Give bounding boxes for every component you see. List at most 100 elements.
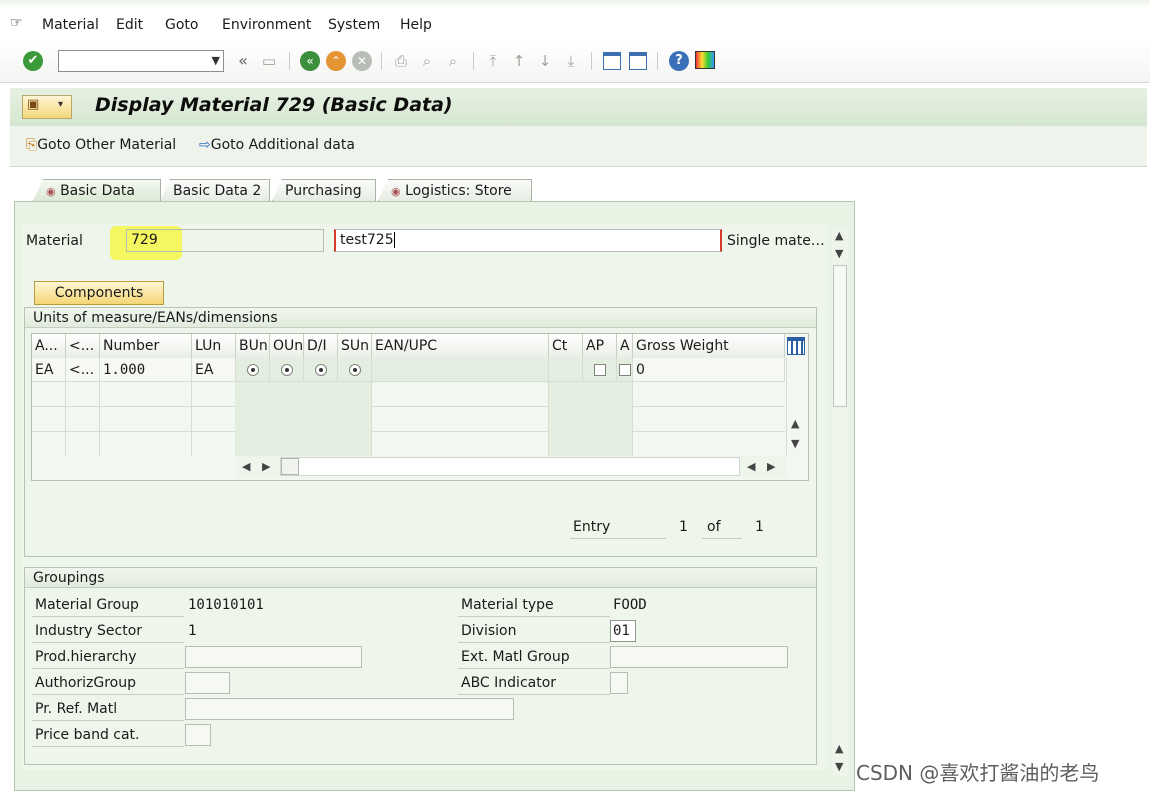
toolbar-separator — [657, 52, 658, 70]
authoriz-group-field[interactable] — [185, 672, 230, 694]
goto-additional-data-button[interactable]: ⇨Goto Additional data — [199, 137, 355, 153]
ap-checkbox[interactable] — [594, 364, 606, 376]
chevron-down-icon[interactable]: ▼ — [212, 54, 220, 67]
bun-radio[interactable] — [247, 364, 259, 376]
table-column-lines — [32, 382, 785, 456]
tab-logistics-store[interactable]: ◉ Logistics: Store — [378, 179, 532, 201]
sun-radio[interactable] — [349, 364, 361, 376]
entry-of: of — [707, 519, 721, 535]
scrollbar-track[interactable] — [280, 457, 740, 476]
components-button[interactable]: Components — [34, 281, 164, 305]
scroll-right-icon[interactable]: ▶ — [767, 460, 775, 473]
column-header[interactable]: Number — [100, 334, 192, 358]
table-cell[interactable]: EA — [32, 358, 66, 382]
services-for-object-button[interactable]: ▣ ▾ — [22, 95, 72, 119]
column-header[interactable]: Ct — [549, 334, 583, 358]
column-header[interactable]: OUn — [270, 334, 304, 358]
menu-environment[interactable]: Environment — [222, 17, 311, 33]
a-checkbox[interactable] — [619, 364, 631, 376]
material-type-value[interactable]: FOOD — [613, 597, 647, 613]
label-underline — [458, 616, 610, 617]
table-cell[interactable]: <... — [66, 358, 100, 382]
first-page-icon[interactable]: ⤒ — [484, 52, 502, 70]
material-number-value: 729 — [131, 232, 158, 248]
table-cell[interactable]: EA — [192, 358, 236, 382]
menu-material[interactable]: Material — [42, 17, 99, 33]
command-field[interactable]: ▼ — [58, 50, 224, 72]
table-cell[interactable] — [549, 358, 583, 382]
menu-edit[interactable]: Edit — [116, 17, 143, 33]
abc-indicator-field[interactable] — [610, 672, 628, 694]
column-header[interactable]: A — [617, 334, 633, 358]
material-group-value[interactable]: 101010101 — [188, 597, 264, 613]
label-underline — [32, 720, 184, 721]
label-underline — [458, 642, 610, 643]
menu-options-icon[interactable]: ☞ — [10, 15, 23, 31]
menu-system[interactable]: System — [328, 17, 380, 33]
scroll-down-icon[interactable]: ▼ — [791, 437, 799, 450]
last-page-icon[interactable]: ⤓ — [562, 52, 580, 70]
pr-ref-matl-field[interactable] — [185, 698, 514, 720]
menu-goto[interactable]: Goto — [165, 17, 198, 33]
column-header[interactable]: AP — [583, 334, 617, 358]
division-field[interactable]: 01 — [610, 620, 636, 642]
tab-label: Basic Data 2 — [173, 183, 262, 199]
shortcut-icon[interactable] — [629, 52, 647, 70]
column-header[interactable]: D/I — [304, 334, 338, 358]
scroll-up-icon[interactable]: ▲ — [835, 742, 843, 755]
tab-purchasing[interactable]: Purchasing — [272, 179, 376, 201]
find-next-icon[interactable]: ⌕ — [444, 52, 462, 70]
material-description-field[interactable]: test725 — [334, 229, 722, 252]
column-header[interactable]: Gross Weight — [633, 334, 785, 358]
scroll-up-icon[interactable]: ▲ — [835, 229, 843, 242]
save-icon[interactable]: ▭ — [260, 52, 278, 70]
create-session-icon[interactable] — [603, 52, 621, 70]
back-icon[interactable]: « — [300, 51, 320, 71]
menu-help[interactable]: Help — [400, 17, 432, 33]
scroll-down-icon[interactable]: ▼ — [835, 760, 843, 773]
tab-label: Purchasing — [285, 183, 362, 199]
material-label: Material — [26, 233, 83, 249]
table-settings-icon[interactable] — [787, 337, 805, 355]
enter-icon[interactable]: ✔ — [23, 51, 43, 71]
column-header[interactable]: A... — [32, 334, 66, 358]
help-icon[interactable]: ? — [669, 51, 689, 71]
price-band-field[interactable] — [185, 724, 211, 746]
label-underline — [32, 668, 184, 669]
tab-basic-data-2[interactable]: Basic Data 2 — [160, 179, 270, 201]
tab-basic-data[interactable]: ◉ Basic Data — [33, 179, 161, 201]
entry-of-underline — [702, 538, 742, 539]
scrollbar-thumb[interactable] — [281, 458, 299, 475]
next-page-icon[interactable]: ↓ — [536, 52, 554, 70]
column-header[interactable]: SUn — [338, 334, 372, 358]
exit-icon[interactable]: ⌃ — [326, 51, 346, 71]
scroll-left-icon[interactable]: ◀ — [242, 460, 250, 473]
collapse-icon[interactable]: « — [234, 52, 252, 70]
industry-sector-value[interactable]: 1 — [188, 623, 197, 639]
column-header[interactable]: EAN/UPC — [372, 334, 549, 358]
customize-layout-icon[interactable] — [695, 51, 715, 69]
find-icon[interactable]: ⌕ — [418, 52, 436, 70]
scroll-up-icon[interactable]: ▲ — [791, 417, 799, 430]
oun-radio[interactable] — [281, 364, 293, 376]
goto-other-material-label: Goto Other Material — [37, 137, 177, 153]
cancel-icon[interactable]: ✕ — [352, 51, 372, 71]
material-number-field[interactable]: 729 — [126, 229, 324, 252]
prod-hierarchy-field[interactable] — [185, 646, 362, 668]
scrollbar-thumb[interactable] — [833, 265, 847, 407]
industry-sector-label: Industry Sector — [35, 623, 143, 639]
previous-page-icon[interactable]: ↑ — [510, 52, 528, 70]
column-header[interactable]: LUn — [192, 334, 236, 358]
goto-other-material-button[interactable]: ⎘Goto Other Material — [26, 137, 176, 153]
ext-matl-group-field[interactable] — [610, 646, 788, 668]
table-cell[interactable] — [372, 358, 549, 382]
column-header[interactable]: <... — [66, 334, 100, 358]
di-radio[interactable] — [315, 364, 327, 376]
table-cell[interactable]: 0 — [633, 358, 785, 382]
scroll-right-icon[interactable]: ▶ — [262, 460, 270, 473]
table-cell[interactable]: 1.000 — [100, 358, 192, 382]
print-icon[interactable]: ⎙ — [392, 52, 410, 70]
column-header[interactable]: BUn — [236, 334, 270, 358]
scroll-left-icon[interactable]: ◀ — [747, 460, 755, 473]
scroll-down-icon[interactable]: ▼ — [835, 247, 843, 260]
